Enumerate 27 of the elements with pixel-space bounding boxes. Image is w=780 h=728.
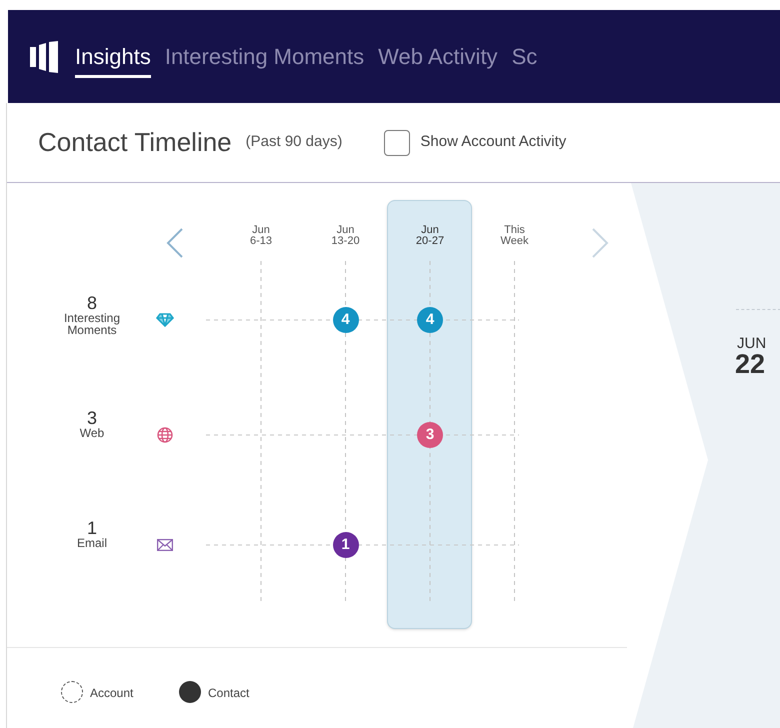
envelope-icon <box>157 539 173 551</box>
week-label[interactable]: This Week <box>484 225 544 247</box>
week-label[interactable]: Jun 6-13 <box>231 225 291 247</box>
row-label: Interesting Moments <box>62 312 122 336</box>
logo-icon <box>30 40 58 72</box>
page-title: Contact Timeline <box>38 126 232 159</box>
count-bubble[interactable]: 1 <box>332 532 358 558</box>
day-number: 22 <box>735 351 766 378</box>
checkbox[interactable] <box>384 130 410 156</box>
nav-tab[interactable]: Sc <box>512 35 538 78</box>
row-label: Web <box>78 427 106 439</box>
nav-tab[interactable]: Insights <box>75 35 151 78</box>
row-count: 8 <box>86 294 98 312</box>
nav-tab[interactable]: Interesting Moments <box>164 35 364 78</box>
week-label[interactable]: Jun 13-20 <box>316 225 376 247</box>
week-label[interactable]: Jun 20-27 <box>400 225 460 247</box>
checkbox-label[interactable]: Show Account Activity <box>420 131 566 154</box>
row-count: 3 <box>86 409 98 427</box>
diamond-icon <box>156 313 174 327</box>
legend-label: Account <box>90 685 134 702</box>
row-count: 1 <box>86 519 98 537</box>
legend-label: Contact <box>208 685 250 702</box>
month-label: JUN <box>737 336 766 351</box>
date-range-label: (Past 90 days) <box>246 132 342 152</box>
nav-tab[interactable]: Web Activity <box>378 35 498 78</box>
globe-icon <box>157 427 173 443</box>
row-label: Email <box>76 537 108 549</box>
